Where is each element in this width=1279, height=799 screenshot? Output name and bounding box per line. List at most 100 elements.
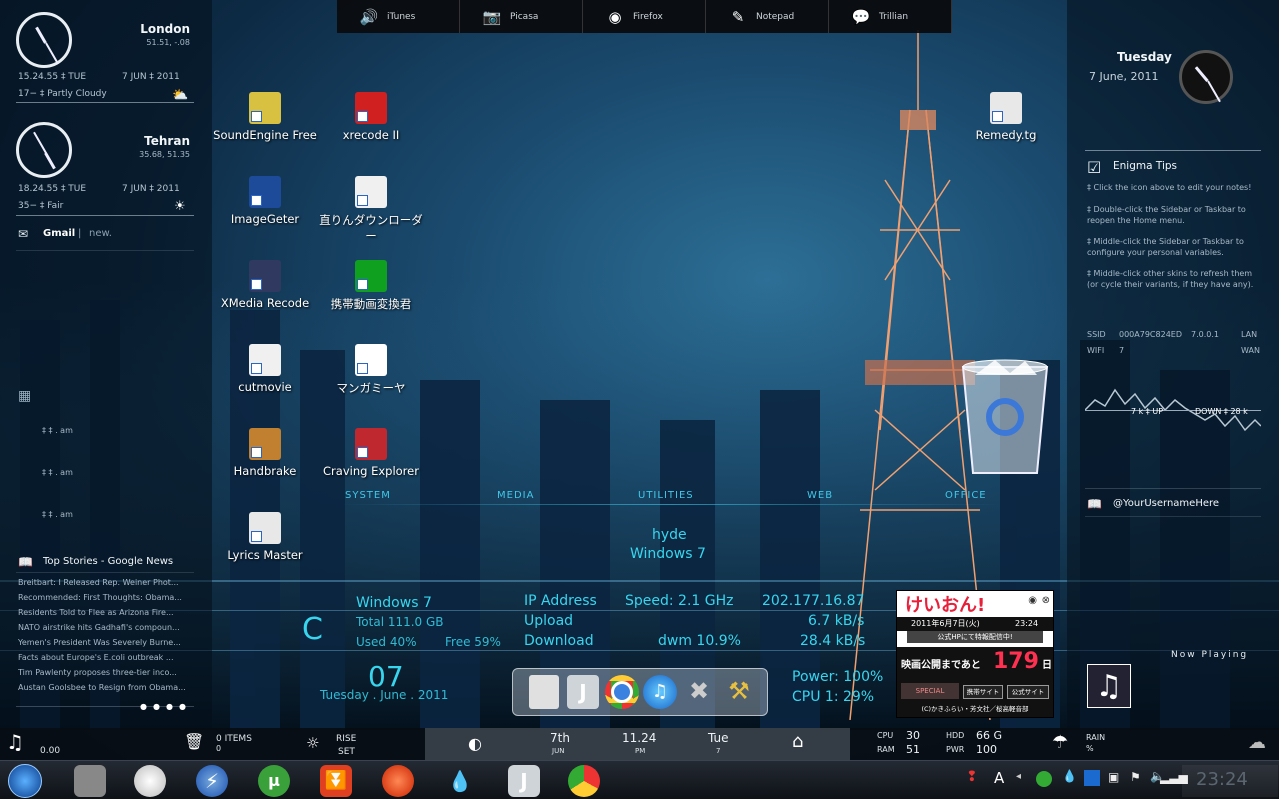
tray-utorrent-icon[interactable] xyxy=(1036,771,1052,787)
lyrics-master-icon xyxy=(249,512,281,544)
news-item[interactable]: Austan Goolsbee to Resign from Obama... xyxy=(18,683,194,692)
tray-expand-icon[interactable]: ◂ xyxy=(1016,771,1021,782)
news-item[interactable]: Facts about Europe's E.coli outbreak ... xyxy=(18,653,194,662)
wifi-label: WIFI xyxy=(1087,346,1105,355)
category-utilities[interactable]: UTILITIES xyxy=(638,490,694,502)
countdown-days: 179 xyxy=(993,649,1039,674)
category-media[interactable]: MEDIA xyxy=(497,490,534,502)
news-item[interactable]: Tim Pawlenty proposes three-tier inco... xyxy=(18,668,194,677)
lan-label: LAN xyxy=(1241,330,1258,339)
gmail-status: new. xyxy=(89,228,112,239)
weekday: Tue xyxy=(708,731,729,745)
tehran-time: 18.24.55 ‡ TUE xyxy=(18,184,87,194)
desktop-icon-soundengine[interactable]: SoundEngine Free xyxy=(210,92,320,142)
news-item[interactable]: Yemen's President Was Severely Burne... xyxy=(18,638,194,647)
home-icon[interactable]: ⌂ xyxy=(792,731,803,752)
news-book-icon[interactable]: 📖 xyxy=(18,555,33,569)
twitter-username[interactable]: @YourUsernameHere xyxy=(1113,498,1219,509)
desktop-icon-cutmovie[interactable]: cutmovie xyxy=(210,344,320,394)
dock-notepad[interactable]: ✎ Notepad xyxy=(706,0,829,33)
hammer-dock-icon[interactable]: ⚒ xyxy=(723,677,755,707)
news-item[interactable]: Breitbart: I Released Rep. Weiner Phot..… xyxy=(18,578,194,587)
taskbar-clock[interactable]: 23:24 xyxy=(1196,769,1248,790)
tray-device-icon[interactable]: ▣ xyxy=(1108,770,1119,784)
news-title[interactable]: Top Stories - Google News xyxy=(43,556,173,567)
desktop-icon-mangameeya[interactable]: マンガミーヤ xyxy=(316,344,426,396)
start-button-windows-icon[interactable] xyxy=(8,764,42,798)
desktop-icon-naorin-downloader[interactable]: 直りんダウンローダー xyxy=(316,176,426,244)
desktop-icon-keitai-douga[interactable]: 携帯動画変換君 xyxy=(316,260,426,312)
trash-can-icon[interactable]: 🗑 xyxy=(184,732,204,751)
taskbar-lightning-icon[interactable]: ⚡ xyxy=(196,765,228,797)
tray-ime-icon[interactable]: A xyxy=(994,769,1004,787)
taskbar-dvd-icon[interactable] xyxy=(134,765,166,797)
now-playing-label: Now Playing xyxy=(1171,650,1249,660)
special-button[interactable]: SPECIAL xyxy=(901,683,959,699)
gmail-label[interactable]: Gmail xyxy=(43,228,75,239)
tray-drop-icon[interactable]: 💧 xyxy=(1062,769,1077,783)
drive-letter[interactable]: C xyxy=(302,612,323,647)
soundengine-icon xyxy=(249,92,281,124)
full-date: Tuesday . June . 2011 xyxy=(320,688,449,702)
dock-picasa[interactable]: 📷 Picasa xyxy=(460,0,583,33)
taskbar-wrench-app-icon[interactable] xyxy=(74,765,106,797)
category-web[interactable]: WEB xyxy=(807,490,833,502)
desktop-icon-xmedia-recode[interactable]: XMedia Recode xyxy=(210,260,320,310)
hdd-value: 66 G xyxy=(976,729,1003,742)
taskbar-chrome-icon[interactable] xyxy=(568,765,600,797)
widget-close-icon[interactable]: ⊗ xyxy=(1042,595,1050,606)
category-system[interactable]: SYSTEM xyxy=(345,490,391,502)
widget-minimize-icon[interactable]: ◉ xyxy=(1028,595,1037,606)
album-art-music-note-icon[interactable]: ♫ xyxy=(1087,664,1131,708)
checkbox-notes-icon[interactable]: ☑ xyxy=(1087,158,1101,177)
taskbar-water-drop-icon[interactable]: 💧 xyxy=(444,765,476,797)
desktop-icon-handbrake[interactable]: Handbrake xyxy=(210,428,320,478)
desktop-icon-remedy[interactable]: Remedy.tg xyxy=(951,92,1061,142)
news-page-dots[interactable]: ●●●● xyxy=(140,702,192,711)
category-office[interactable]: OFFICE xyxy=(945,490,987,502)
taskbar-jumplist-icon[interactable]: J xyxy=(508,765,540,797)
tools-dock-icon[interactable]: ✖ xyxy=(683,677,715,707)
twitter-book-icon[interactable]: 📖 xyxy=(1087,497,1102,511)
trash-items: 0 ITEMS xyxy=(216,734,252,744)
mail-envelope-icon[interactable]: ✉ xyxy=(18,227,28,241)
london-coords: 51.51, -.08 xyxy=(146,38,190,47)
local-ip: 7.0.0.1 xyxy=(1191,330,1219,339)
craving-explorer-icon xyxy=(355,428,387,460)
dock-firefox[interactable]: ◉ Firefox xyxy=(583,0,706,33)
drive-free: Free 59% xyxy=(445,635,501,649)
download-rate: DOWN ‡ 28 k xyxy=(1195,407,1248,416)
recycle-bin-icon[interactable] xyxy=(955,355,1055,480)
chrome-dock-icon[interactable] xyxy=(605,675,639,709)
desktop-icon-craving-explorer[interactable]: Craving Explorer xyxy=(316,428,426,478)
news-item[interactable]: NATO airstrike hits Gadhafi's compoun... xyxy=(18,623,194,632)
official-site-button[interactable]: 公式サイト xyxy=(1007,685,1049,699)
taskbar-filezilla-icon[interactable] xyxy=(382,765,414,797)
notepad-dock-icon[interactable] xyxy=(529,675,559,709)
calendar-icon[interactable]: ▦ xyxy=(18,388,31,404)
itunes-dock-icon[interactable]: ♫ xyxy=(643,675,677,709)
mobile-site-button[interactable]: 携帯サイト xyxy=(963,685,1003,699)
os-name: Windows 7 xyxy=(630,546,706,562)
upload-value: 6.7 kB/s xyxy=(808,613,865,629)
date-day: 7th xyxy=(550,731,570,745)
news-item[interactable]: Residents Told to Flee as Arizona Fire..… xyxy=(18,608,194,617)
music-note-icon[interactable]: ♫ xyxy=(6,730,24,754)
desktop-icon-imagegeter[interactable]: ImageGeter xyxy=(210,176,320,226)
gmail-separator: | xyxy=(78,228,82,239)
desktop-icon-xrecode[interactable]: xrecode II xyxy=(316,92,426,142)
jumplist-dock-icon[interactable]: J xyxy=(567,675,599,709)
tray-flag-action-icon[interactable]: ⚑ xyxy=(1130,770,1141,784)
keion-subtitle: 公式HPにて特報配信中! xyxy=(907,631,1043,643)
dock-itunes[interactable]: 🔊 iTunes xyxy=(337,0,460,33)
tehran-date: 7 JUN ‡ 2011 xyxy=(122,184,180,194)
news-item[interactable]: Recommended: First Thoughts: Obama... xyxy=(18,593,194,602)
taskbar-download-arrow-icon[interactable]: ⏬ xyxy=(320,765,352,797)
desktop-icon-lyrics-master[interactable]: Lyrics Master xyxy=(210,512,320,562)
dock-trillian[interactable]: 💬 Trillian xyxy=(829,0,952,33)
tips-title[interactable]: Enigma Tips xyxy=(1113,160,1177,172)
tray-checkbox-icon[interactable] xyxy=(1084,770,1100,786)
tray-flag-icon[interactable]: ❢ xyxy=(966,769,978,785)
pen-icon: ✎ xyxy=(731,7,745,26)
taskbar-utorrent-icon[interactable]: µ xyxy=(258,765,290,797)
